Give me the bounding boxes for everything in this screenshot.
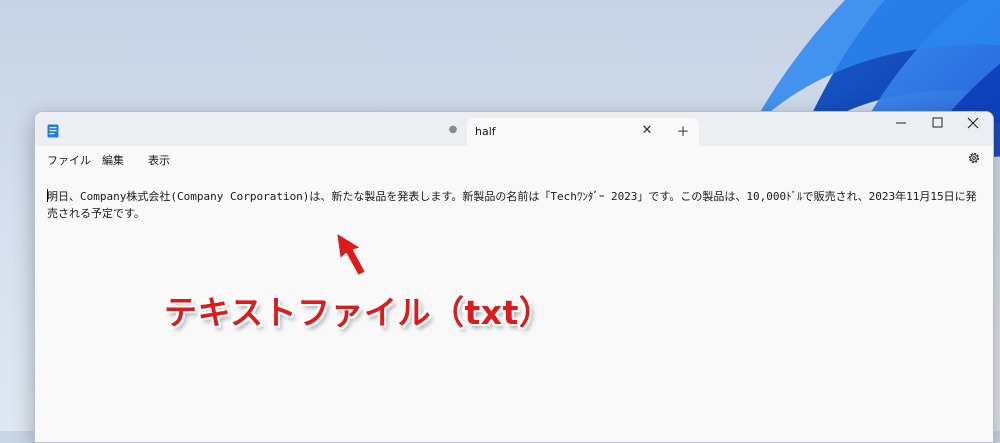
tab-half[interactable]: ● half ✕ <box>449 118 699 146</box>
arrow-icon <box>335 231 367 277</box>
document-text[interactable]: 明日、Company株式会社(Company Corporation)は、新たな… <box>47 188 977 222</box>
menu-bar: ファイル 編集 表示 <box>35 146 993 172</box>
plus-icon[interactable]: + <box>673 121 693 141</box>
notepad-window: ● half ✕ + ファイル 編集 表示 明日、Company株式会社(Com… <box>34 111 994 443</box>
maximize-icon[interactable] <box>919 112 955 138</box>
minimize-icon[interactable] <box>883 112 919 138</box>
notepad-icon <box>47 124 59 138</box>
title-bar[interactable]: ● half ✕ + <box>35 112 993 146</box>
annotation-label: テキストファイル（txt） <box>164 293 553 332</box>
close-icon[interactable]: ✕ <box>637 122 657 140</box>
unsaved-dot-icon: ● <box>448 124 458 135</box>
menu-edit[interactable]: 編集 <box>102 152 124 168</box>
menu-view[interactable]: 表示 <box>148 152 170 168</box>
menu-file[interactable]: ファイル <box>47 152 91 168</box>
tab-title: half <box>475 125 496 138</box>
gear-icon[interactable] <box>967 151 981 165</box>
close-window-icon[interactable] <box>955 112 991 138</box>
